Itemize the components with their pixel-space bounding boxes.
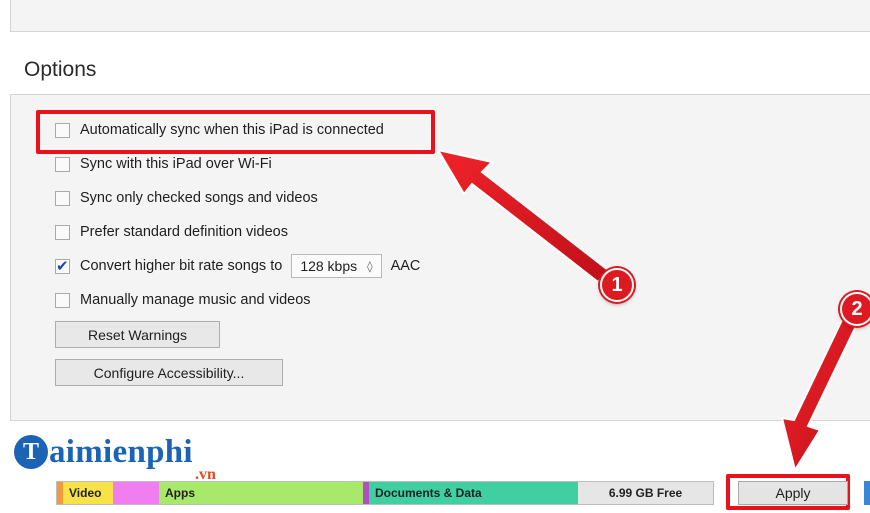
- storage-segment-video: Video: [63, 482, 113, 504]
- apply-button[interactable]: Apply: [738, 481, 848, 505]
- logo-text: aimienphi: [49, 433, 193, 470]
- revert-button-edge[interactable]: [864, 481, 870, 505]
- storage-segment-free: 6.99 GB Free: [578, 482, 713, 504]
- storage-segment-apps: Apps: [159, 482, 363, 504]
- storage-segment-documents: Documents & Data: [369, 482, 578, 504]
- storage-segment-photos: [113, 482, 159, 504]
- step-1-badge: 1: [600, 268, 634, 302]
- arrow-to-auto-sync: [435, 148, 610, 284]
- watermark-logo: T aimienphi: [14, 432, 193, 472]
- arrow-to-apply: [780, 318, 858, 473]
- step-2-badge: 2: [840, 292, 870, 326]
- logo-initial: T: [14, 435, 48, 469]
- storage-bar: Video Apps Documents & Data 6.99 GB Free: [56, 481, 714, 505]
